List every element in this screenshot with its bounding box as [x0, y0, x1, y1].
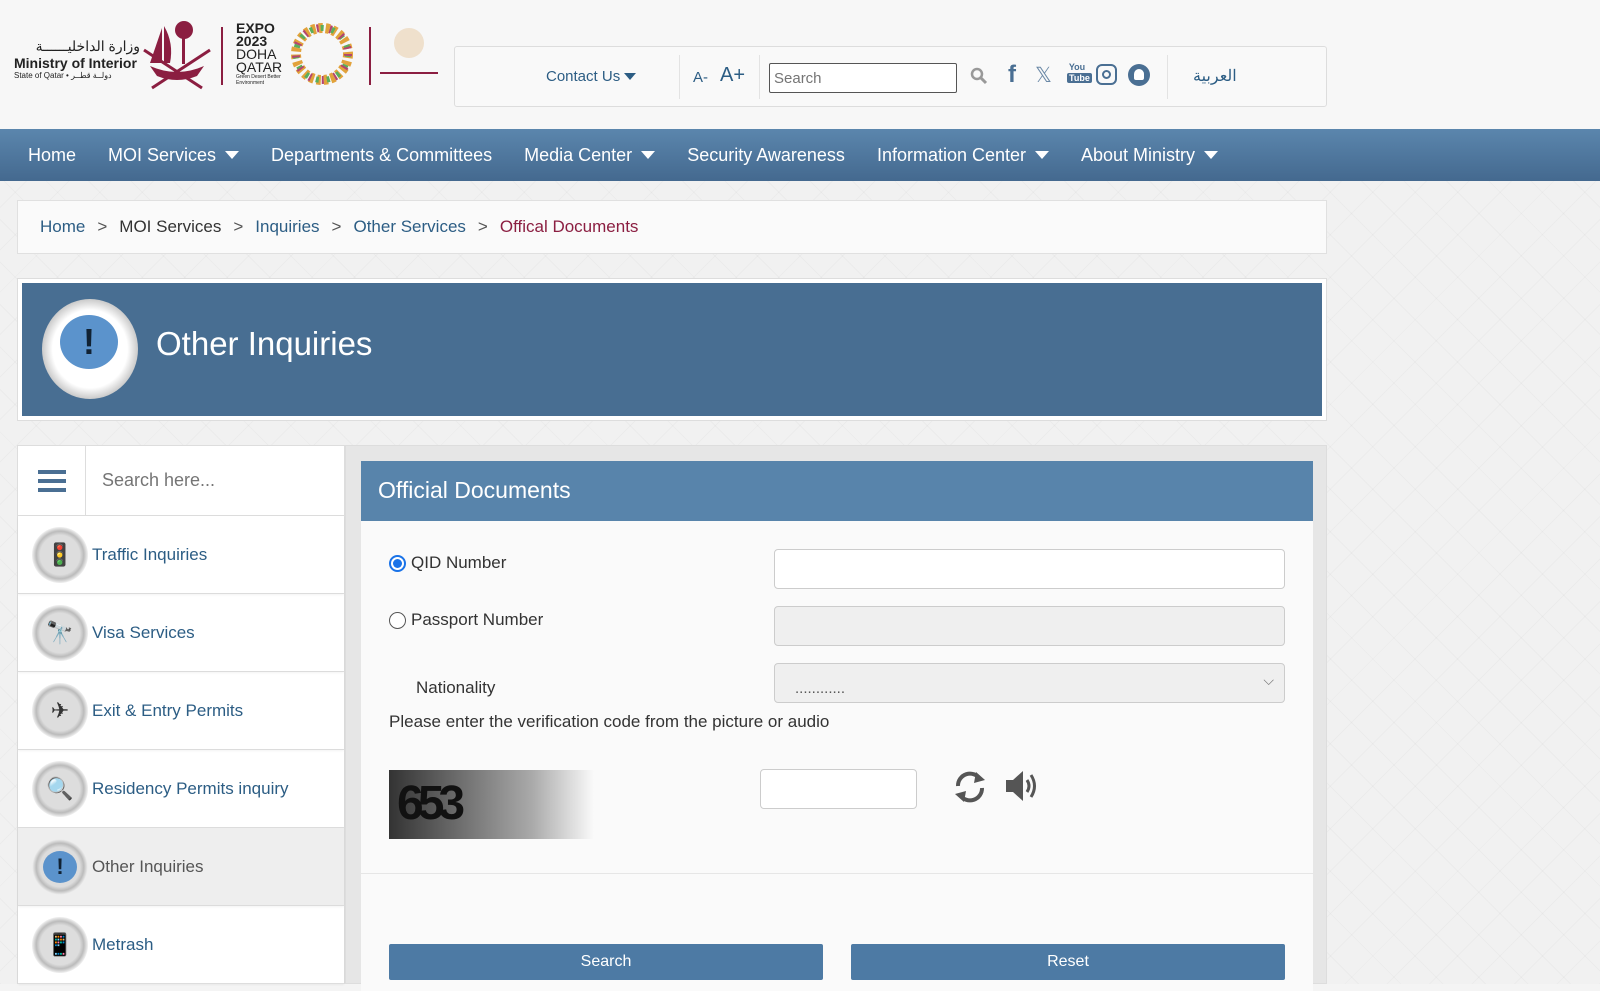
sidebar-item-label: Other Inquiries [92, 856, 204, 876]
captcha-input[interactable] [760, 769, 917, 809]
radio-unselected[interactable] [389, 611, 406, 629]
airplane-icon: ✈ [32, 682, 88, 739]
nationality-select[interactable]: ............ ⌵ [774, 663, 1285, 703]
contact-us-dropdown[interactable]: Contact Us [546, 68, 637, 85]
qid-radio[interactable]: QID Number [389, 553, 506, 573]
font-increase-button[interactable]: A+ [720, 64, 745, 87]
sidebar-item-metrash[interactable]: 📱 Metrash [18, 906, 344, 984]
font-decrease-button[interactable]: A- [693, 69, 708, 86]
passport-input[interactable] [774, 606, 1285, 646]
nav-moi-services[interactable]: MOI Services [92, 145, 255, 166]
metrash-icon: 📱 [32, 916, 88, 973]
breadcrumb-separator: > [97, 217, 108, 236]
sidebar-item-label: Traffic Inquiries [92, 544, 208, 564]
caret-down-icon [624, 73, 637, 80]
document-search-icon: 🔍 [32, 760, 88, 817]
nav-departments[interactable]: Departments & Committees [255, 145, 508, 166]
expo-flower-icon [291, 23, 353, 85]
moi-logo[interactable]: وزارة الداخليــــــة Ministry of Interio… [14, 38, 140, 80]
nationality-label: Nationality [416, 678, 496, 697]
site-header: وزارة الداخليــــــة Ministry of Interio… [0, 0, 1600, 129]
binoculars-icon: 🔭 [32, 604, 88, 661]
nav-information-center[interactable]: Information Center [861, 145, 1065, 166]
sidebar-item-label: Residency Permits inquiry [92, 778, 289, 798]
main-nav: Home MOI Services Departments & Committe… [0, 129, 1600, 181]
logo-divider [369, 27, 371, 85]
sidebar-item-traffic-inquiries[interactable]: 🚦 Traffic Inquiries [18, 516, 344, 594]
passport-radio[interactable]: Passport Number [389, 610, 543, 630]
nav-media-center[interactable]: Media Center [508, 145, 671, 166]
traffic-light-icon: 🚦 [32, 526, 88, 583]
sidebar: 🚦Traffic Inquiries 🔭Visa Services ✈Exit … [17, 445, 345, 984]
page-banner: ! Other Inquiries [17, 278, 1327, 421]
moi-arabic-name: وزارة الداخليــــــة [35, 38, 140, 54]
breadcrumb-inquiries[interactable]: Inquiries [255, 217, 319, 237]
caret-down-icon [225, 151, 240, 159]
form-title: Official Documents [361, 461, 1313, 521]
breadcrumb-home[interactable]: Home [40, 217, 85, 237]
breadcrumb-separator: > [331, 217, 342, 236]
menu-icon[interactable] [18, 446, 86, 515]
captcha-image: 653 [389, 770, 594, 839]
caret-down-icon [641, 151, 656, 159]
breadcrumb-moi-services: MOI Services [119, 217, 222, 236]
nav-security-awareness[interactable]: Security Awareness [671, 145, 861, 166]
radio-selected[interactable] [389, 554, 406, 572]
exclamation-bubble-icon: ! [32, 838, 88, 895]
sidebar-item-residency-permits[interactable]: 🔍 Residency Permits inquiry [18, 750, 344, 828]
audio-speaker-icon[interactable] [1004, 769, 1040, 803]
sidebar-item-other-inquiries[interactable]: ! Other Inquiries [18, 828, 344, 906]
qatar-emblem-icon [143, 21, 211, 90]
facebook-icon[interactable]: f [1008, 61, 1016, 89]
top-utility-bar: Contact Us A- A+ f 𝕏 YouTube العربية [454, 46, 1327, 107]
page-title: Other Inquiries [156, 325, 373, 362]
main-content: Official Documents QID Number Passport N… [345, 445, 1327, 991]
instagram-icon[interactable] [1096, 64, 1117, 85]
breadcrumb-current: Offical Documents [499, 217, 639, 236]
search-button[interactable]: Search [389, 944, 823, 980]
x-icon[interactable]: 𝕏 [1035, 63, 1052, 88]
sidebar-item-label: Metrash [92, 934, 154, 954]
divider [1167, 55, 1168, 99]
sidebar-item-label: Exit & Entry Permits [92, 700, 244, 720]
reset-button[interactable]: Reset [851, 944, 1285, 980]
official-documents-form: Official Documents QID Number Passport N… [361, 461, 1313, 991]
divider [759, 55, 760, 99]
caret-down-icon [1035, 151, 1050, 159]
breadcrumb-other-services[interactable]: Other Services [353, 217, 465, 237]
breadcrumb-separator: > [233, 217, 244, 236]
captcha-instruction: Please enter the verification code from … [389, 712, 830, 731]
breadcrumb-separator: > [477, 217, 488, 236]
refresh-icon[interactable] [952, 768, 988, 806]
logo-divider [221, 27, 223, 85]
sidebar-item-label: Visa Services [92, 622, 195, 642]
exclamation-bubble-icon: ! [42, 299, 138, 399]
site-search-input[interactable] [769, 63, 957, 93]
nav-home[interactable]: Home [12, 145, 92, 166]
divider [679, 55, 680, 99]
sidebar-item-exit-entry-permits[interactable]: ✈ Exit & Entry Permits [18, 672, 344, 750]
youtube-icon[interactable]: You Tube [1067, 62, 1092, 88]
divider [361, 873, 1313, 874]
nav-about-ministry[interactable]: About Ministry [1065, 145, 1234, 166]
moi-english-name: Ministry of Interior [14, 55, 137, 71]
sidebar-item-visa-services[interactable]: 🔭 Visa Services [18, 594, 344, 672]
chevron-down-icon: ⌵ [1263, 672, 1274, 688]
snapchat-icon[interactable] [1128, 64, 1150, 86]
moi-state: State of Qatar • دولــة قطــر [14, 71, 112, 80]
sidebar-search-input[interactable] [86, 446, 344, 515]
language-toggle[interactable]: العربية [1193, 66, 1237, 86]
qid-input[interactable] [774, 549, 1285, 589]
caret-down-icon [1204, 151, 1219, 159]
breadcrumb: Home > MOI Services > Inquiries > Other Ser… [17, 200, 1327, 254]
family-year-logo [380, 18, 438, 90]
search-icon[interactable] [970, 67, 988, 85]
expo-2023-logo: EXPO 2023 DOHA QATAR Green Desert Better E… [236, 20, 283, 86]
